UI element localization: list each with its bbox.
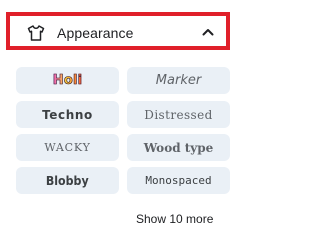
font-chip-techno[interactable]: Techno [16,101,119,128]
font-chip-blobby[interactable]: Blobby [16,167,119,194]
font-chip-holi[interactable]: Holi [16,67,119,94]
font-chip-label: Blobby [46,173,89,188]
chevron-up-icon[interactable] [202,28,214,36]
font-chip-label: Marker [155,73,202,88]
font-chip-label: Wood type [143,140,214,155]
font-chip-label: WACKY [44,141,91,154]
font-chip-label: Holi [52,73,83,89]
tshirt-icon [27,25,45,41]
section-title: Appearance [57,25,134,41]
font-chip-label: Monospaced [145,174,212,187]
show-more-button[interactable]: Show 10 more [136,212,213,226]
font-chip-distressed[interactable]: Distressed [127,101,230,128]
font-chip-wood-type[interactable]: Wood type [127,134,230,161]
appearance-section-header[interactable]: Appearance [6,12,230,50]
font-chip-wacky[interactable]: WACKY [16,134,119,161]
font-chip-monospaced[interactable]: Monospaced [127,167,230,194]
font-chip-marker[interactable]: Marker [127,67,230,94]
font-chip-label: Techno [42,107,93,122]
font-chip-label: Distressed [144,107,213,122]
